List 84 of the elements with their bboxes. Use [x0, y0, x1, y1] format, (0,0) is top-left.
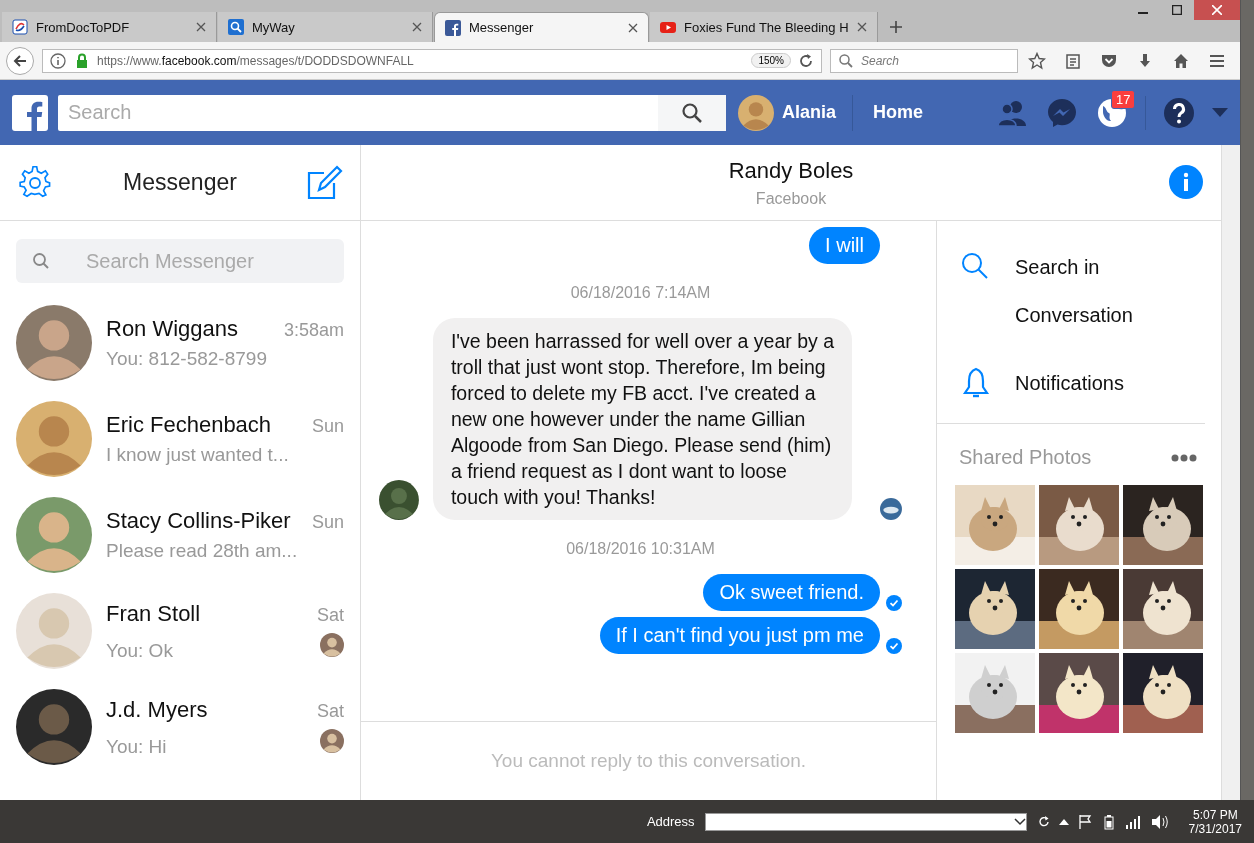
conversation-item[interactable]: Stacy Collins-Piker Sun Please read 28th am... — [0, 487, 360, 583]
timestamp: 06/18/2016 10:31AM — [566, 540, 715, 558]
message-preview: You: Ok — [106, 639, 173, 662]
message-bubble: I've been harrassed for well over a year by a troll that just wont stop. Therefore, Im being forced to delete my FB acct. I've created a new one however under the name Gillian Algoode from San Diego. Please send (him) a friend request as I dont want to loose touch with you! Thanks! — [432, 318, 853, 520]
chevron-down-icon[interactable] — [1013, 817, 1026, 826]
message-time: Sat — [316, 700, 344, 722]
facebook-logo[interactable] — [12, 94, 48, 131]
message-preview: You: 812-582-8799 — [106, 348, 267, 370]
conversation-title: Randy Boles — [728, 157, 854, 184]
scrollbar[interactable] — [1221, 145, 1240, 800]
close-icon[interactable] — [196, 22, 206, 32]
search-icon — [837, 51, 855, 70]
home-link[interactable]: Home — [853, 102, 944, 123]
avatar — [379, 480, 419, 520]
plus-icon[interactable] — [888, 20, 903, 34]
search-icon — [32, 252, 50, 270]
close-icon[interactable] — [412, 22, 422, 32]
browser-tab[interactable]: FromDocToPDF — [2, 12, 217, 42]
contact-name: Fran Stoll — [106, 600, 201, 627]
message-preview: I know just wanted t... — [106, 444, 289, 466]
search-button[interactable] — [658, 94, 726, 131]
info-icon[interactable] — [49, 51, 67, 70]
avatar — [738, 94, 774, 131]
arrow-left-icon — [12, 52, 28, 69]
conversation-item[interactable]: Fran Stoll Sat You: Ok — [0, 583, 360, 679]
signal-icon[interactable] — [1124, 814, 1143, 829]
close-icon[interactable] — [628, 22, 638, 33]
conversation-item[interactable]: Ron Wiggans 3:58am You: 812-582-8799 — [0, 295, 360, 391]
conversation-item[interactable]: J.d. Myers Sat You: Hi — [0, 679, 360, 775]
notifications-button[interactable]: Notifications — [959, 359, 1205, 407]
volume-icon[interactable] — [1150, 813, 1169, 830]
conversation-subtitle: Facebook — [755, 189, 827, 208]
home-icon[interactable] — [1172, 51, 1190, 70]
url-text: https://www.facebook.com/messages/t/DODDSDOWNFALL — [97, 53, 415, 68]
browser-tab[interactable]: Messenger — [434, 12, 649, 42]
compose-icon[interactable] — [306, 163, 344, 202]
message-preview: You: Hi — [106, 735, 167, 758]
clipboard-icon[interactable] — [1064, 51, 1082, 70]
address-field[interactable] — [704, 812, 1027, 831]
check-icon — [886, 638, 902, 654]
sidebar-title: Messenger — [123, 169, 237, 196]
search-conversation-button[interactable]: Search in Conversation — [959, 243, 1205, 339]
search-field[interactable]: Search — [830, 48, 1018, 73]
back-button[interactable] — [6, 46, 34, 75]
more-icon[interactable] — [1171, 453, 1197, 462]
notification-badge: 17 — [1111, 89, 1136, 109]
conversation-item[interactable]: Eric Fechenbach Sun I know just wanted t... — [0, 391, 360, 487]
message-time: Sun — [311, 416, 344, 437]
document-icon — [12, 19, 28, 35]
close-icon[interactable] — [856, 22, 867, 32]
facebook-icon — [445, 19, 461, 36]
maximize-icon[interactable] — [1172, 5, 1182, 15]
contact-name: Stacy Collins-Piker — [106, 508, 291, 534]
message-time: 3:58am — [283, 320, 344, 341]
browser-tab[interactable]: MyWay — [218, 12, 433, 42]
message-time: Sun — [311, 512, 344, 533]
check-icon — [886, 595, 902, 611]
address-label: Address — [646, 814, 695, 829]
clock-time[interactable]: 5:07 PM — [1192, 807, 1238, 822]
reload-icon[interactable] — [797, 51, 815, 70]
section-title: Shared Photos — [959, 446, 1092, 469]
star-icon[interactable] — [1028, 51, 1046, 70]
message-bubble: I will — [809, 227, 880, 264]
user-name[interactable]: Alania — [782, 102, 837, 123]
zoom-level[interactable]: 150% — [751, 53, 791, 68]
flag-icon[interactable] — [1076, 813, 1093, 830]
refresh-icon[interactable] — [1036, 814, 1051, 829]
message-bubble: Ok sweet friend. — [703, 574, 880, 611]
timestamp: 06/18/2016 7:14AM — [570, 284, 711, 302]
caret-icon[interactable] — [1058, 817, 1069, 826]
help-icon[interactable] — [1162, 95, 1196, 130]
contact-name: J.d. Myers — [106, 696, 208, 723]
search-icon — [681, 101, 703, 124]
address-bar[interactable]: https://www.facebook.com/messages/t/DODDSDOWNFALL 150% — [42, 48, 822, 73]
search-icon — [228, 19, 244, 35]
clock-date[interactable]: 7/31/2017 — [1188, 821, 1242, 836]
browser-tab[interactable]: Foxies Fund The Bleeding H — [650, 12, 878, 42]
info-icon[interactable] — [1169, 165, 1203, 199]
message-time: Sat — [316, 604, 344, 626]
video-icon — [660, 19, 676, 35]
contact-name: Eric Fechenbach — [106, 412, 272, 438]
message-bubble: If I can't find you just pm me — [599, 617, 880, 654]
contact-name: Ron Wiggans — [106, 316, 239, 342]
message-preview: Please read 28th am... — [106, 540, 298, 562]
